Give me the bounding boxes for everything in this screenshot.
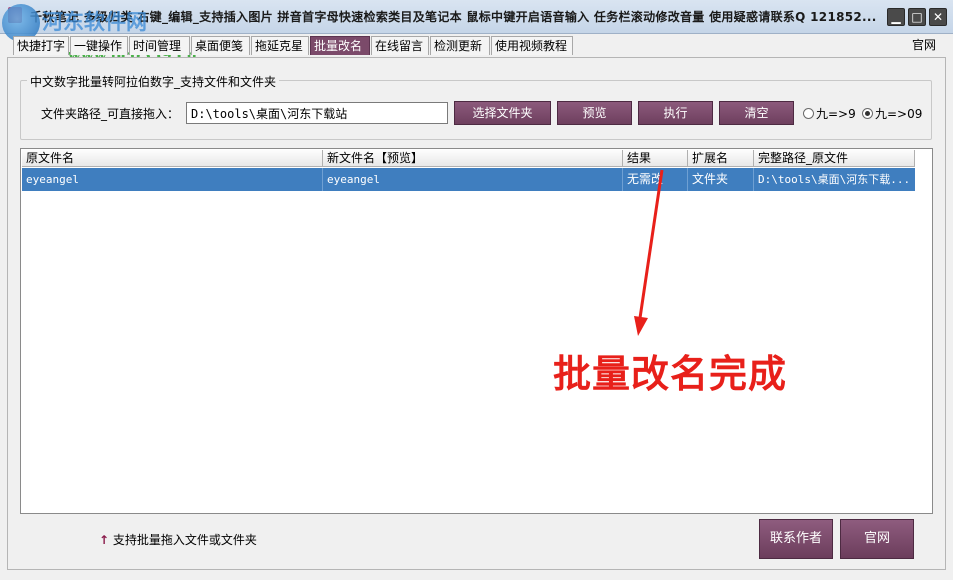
radio-checked-icon[interactable] — [862, 108, 873, 119]
folder-path-input[interactable] — [186, 102, 448, 124]
cell-full-path: D:\tools\桌面\河东下载... — [758, 173, 911, 186]
file-table[interactable]: 原文件名 新文件名【预览】 结果 扩展名 完整路径_原文件 eyeangel e… — [20, 148, 933, 514]
app-icon — [8, 7, 22, 23]
tab-desktop-notes[interactable]: 桌面便笺 — [191, 36, 250, 55]
tab-check-update[interactable]: 检测更新 — [430, 36, 490, 55]
select-folder-button[interactable]: 选择文件夹 — [454, 101, 551, 125]
folder-path-label: 文件夹路径_可直接拖入： — [41, 107, 180, 121]
cell-extension: 文件夹 — [688, 168, 754, 191]
radio-icon[interactable] — [803, 108, 814, 119]
column-header-new-name[interactable]: 新文件名【预览】 — [323, 150, 623, 167]
tab-online-message[interactable]: 在线留言 — [371, 36, 429, 55]
column-header-full-path[interactable]: 完整路径_原文件 — [754, 150, 915, 167]
tab-time-management[interactable]: 时间管理 — [129, 36, 190, 55]
title-bar: 千秋笔记 多级归类 右键_编辑_支持插入图片 拼音首字母快速检索类目及笔记本 鼠… — [0, 0, 953, 34]
cell-original-name: eyeangel — [22, 168, 323, 191]
drag-hint-text: 支持批量拖入文件或文件夹 — [112, 533, 257, 547]
close-button[interactable]: ✕ — [929, 8, 947, 26]
minimize-button[interactable]: ▁ — [887, 8, 905, 26]
column-header-original-name[interactable]: 原文件名 — [22, 150, 323, 167]
tab-one-click[interactable]: 一键操作 — [70, 36, 128, 55]
radio-label: 九=>9 — [816, 107, 856, 121]
tab-procrastination[interactable]: 拖延克星 — [251, 36, 309, 55]
maximize-button[interactable]: □ — [908, 8, 926, 26]
official-site-link[interactable]: 官网 — [912, 36, 936, 55]
tab-quick-typing[interactable]: 快捷打字 — [13, 36, 69, 55]
execute-button[interactable]: 执行 — [638, 101, 713, 125]
tab-bar: 快捷打字 一键操作 时间管理 桌面便笺 拖延克星 批量改名 在线留言 检测更新 … — [0, 33, 953, 57]
tab-batch-rename[interactable]: 批量改名 — [310, 36, 370, 55]
column-header-extension[interactable]: 扩展名 — [688, 150, 754, 167]
cell-new-name: eyeangel — [323, 168, 623, 191]
up-arrow-icon: ↑ — [99, 533, 110, 547]
official-site-button[interactable]: 官网 — [840, 519, 914, 559]
radio-nine-to-09[interactable]: 九=>09 — [862, 105, 922, 122]
drag-hint: ↑ 支持批量拖入文件或文件夹 — [99, 531, 257, 548]
window-title: 千秋笔记 多级归类 右键_编辑_支持插入图片 拼音首字母快速检索类目及笔记本 鼠… — [30, 10, 877, 24]
table-row[interactable]: eyeangel eyeangel 无需改 文件夹 D:\tools\桌面\河东… — [22, 168, 915, 191]
radio-label: 九=>09 — [875, 107, 923, 121]
column-header-result[interactable]: 结果 — [623, 150, 688, 167]
annotation-text: 批量改名完成 — [553, 352, 788, 396]
groupbox-title: 中文数字批量转阿拉伯数字_支持文件和文件夹 — [27, 73, 280, 90]
cell-result: 无需改 — [623, 168, 688, 191]
table-header: 原文件名 新文件名【预览】 结果 扩展名 完整路径_原文件 — [22, 150, 915, 167]
radio-nine-to-9[interactable]: 九=>9 — [803, 105, 856, 122]
tab-video-tutorial[interactable]: 使用视频教程 — [491, 36, 573, 55]
contact-author-button[interactable]: 联系作者 — [759, 519, 833, 559]
clear-button[interactable]: 清空 — [719, 101, 794, 125]
preview-button[interactable]: 预览 — [557, 101, 632, 125]
